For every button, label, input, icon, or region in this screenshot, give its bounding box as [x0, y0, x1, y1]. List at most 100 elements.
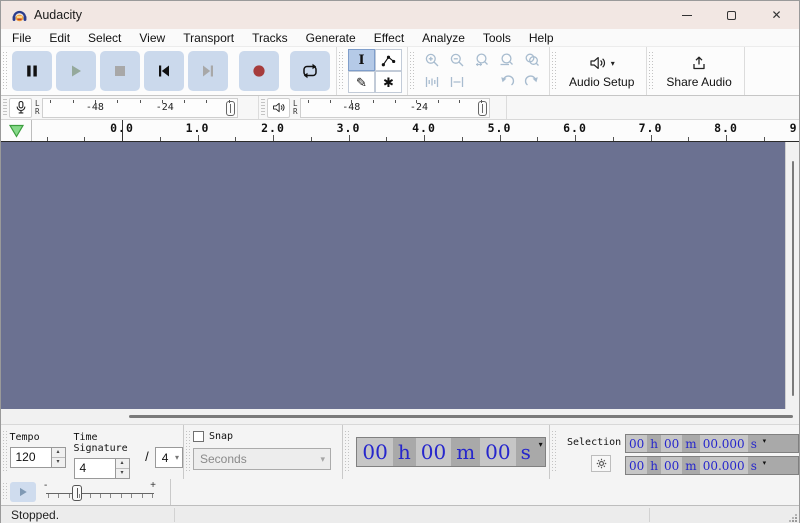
transport-toolbar-grip[interactable] [3, 52, 7, 90]
share-audio-button[interactable]: Share Audio [656, 48, 741, 94]
position-minutes[interactable]: 00 [416, 438, 451, 466]
multi-tool-button[interactable]: ✱ [375, 71, 402, 93]
menu-item-tools[interactable]: Tools [474, 29, 520, 47]
tempo-value[interactable]: 120 [10, 447, 52, 468]
envelope-tool-button[interactable] [375, 49, 402, 71]
track-canvas[interactable] [1, 142, 785, 409]
sel-end-hours[interactable]: 00 [626, 457, 647, 474]
menu-item-file[interactable]: File [3, 29, 40, 47]
selection-settings-button[interactable] [591, 455, 611, 472]
redo-button[interactable] [519, 71, 544, 93]
playback-meter-scale[interactable]: -48 -24 [300, 98, 490, 118]
playhead-cursor[interactable] [122, 120, 123, 141]
menu-item-help[interactable]: Help [520, 29, 563, 47]
selection-tool-button[interactable]: I [348, 49, 375, 71]
ts-spin-up-icon[interactable]: ▴ [116, 459, 129, 469]
meter-tick [308, 100, 309, 103]
playback-meter-button[interactable] [267, 98, 290, 118]
playback-speed-slider[interactable]: - + [44, 481, 156, 503]
draw-tool-button[interactable]: ✎ [348, 71, 375, 93]
time-signature-upper-spinbox[interactable]: 4 ▴ ▾ [74, 458, 130, 479]
menu-item-select[interactable]: Select [79, 29, 130, 47]
horizontal-scrollbar[interactable] [1, 409, 799, 425]
snap-mode-dropdown[interactable]: Seconds ▾ [193, 448, 331, 470]
menu-item-tracks[interactable]: Tracks [243, 29, 297, 47]
close-button[interactable]: ✕ [754, 1, 799, 29]
minimize-button[interactable] [664, 1, 709, 29]
position-hours[interactable]: 00 [357, 438, 392, 466]
timeline-ruler[interactable]: 0.01.02.03.04.05.06.07.08.09.0 [32, 120, 799, 141]
playback-meter-grip[interactable] [261, 99, 265, 117]
menu-item-edit[interactable]: Edit [40, 29, 79, 47]
time-signature-lower-dropdown[interactable]: 4 ▾ [155, 447, 183, 468]
play-at-speed-button[interactable] [10, 482, 36, 502]
tempo-spin-up-icon[interactable]: ▴ [52, 448, 65, 458]
playback-volume-slider[interactable] [478, 101, 487, 116]
ts-spin-down-icon[interactable]: ▾ [116, 469, 129, 478]
fit-project-button[interactable] [494, 49, 519, 71]
undo-button[interactable] [494, 71, 519, 93]
recording-meter-grip[interactable] [3, 99, 7, 117]
tempo-spinner[interactable]: ▴ ▾ [52, 447, 66, 468]
time-signature-grip[interactable] [3, 431, 7, 473]
recording-volume-slider[interactable] [226, 101, 235, 116]
status-bar: Stopped. [1, 506, 799, 523]
audio-setup-grip[interactable] [552, 52, 556, 90]
stop-button[interactable] [100, 51, 140, 91]
sel-start-seconds[interactable]: 00.000 [700, 435, 748, 452]
zoom-in-button[interactable] [419, 49, 444, 71]
menu-item-effect[interactable]: Effect [365, 29, 413, 47]
window-resize-grip[interactable] [789, 514, 797, 522]
time-signature-upper-value[interactable]: 4 [74, 458, 116, 479]
tempo-spinbox[interactable]: 120 ▴ ▾ [10, 447, 66, 468]
menu-item-transport[interactable]: Transport [174, 29, 243, 47]
fit-selection-button[interactable] [469, 49, 494, 71]
pinned-playhead-toggle[interactable] [1, 120, 32, 141]
skip-to-end-button[interactable] [188, 51, 228, 91]
selection-end-display[interactable]: 00 h 00 m 00.000 s ▾ [625, 456, 799, 475]
meter-tick [351, 100, 352, 103]
sel-end-seconds[interactable]: 00.000 [700, 457, 748, 474]
audio-position-display[interactable]: 00 h 00 m 00 s ▾ [356, 437, 546, 467]
vertical-scrollbar-thumb[interactable] [792, 161, 794, 396]
audio-setup-button[interactable]: ▾ Audio Setup [559, 48, 644, 94]
maximize-button[interactable] [709, 1, 754, 29]
silence-audio-button[interactable] [444, 71, 469, 93]
trim-audio-button[interactable] [419, 71, 444, 93]
loop-button[interactable] [290, 51, 330, 91]
play-at-speed-grip[interactable] [3, 483, 7, 501]
title-bar: Audacity ✕ [1, 1, 799, 29]
position-format-caret-icon[interactable]: ▾ [536, 438, 546, 466]
speed-slider-thumb[interactable] [72, 485, 82, 501]
menu-item-view[interactable]: View [130, 29, 174, 47]
snap-checkbox[interactable] [193, 431, 204, 442]
horizontal-scrollbar-thumb[interactable] [129, 415, 793, 418]
zoom-toggle-button[interactable] [519, 49, 544, 71]
selection-start-display[interactable]: 00 h 00 m 00.000 s ▾ [625, 434, 799, 453]
share-audio-grip[interactable] [649, 52, 653, 90]
time-toolbar-grip[interactable] [345, 431, 349, 473]
time-signature-spinner[interactable]: ▴ ▾ [116, 458, 130, 479]
recording-meter-button[interactable] [9, 98, 32, 118]
sel-start-caret-icon[interactable]: ▾ [760, 435, 769, 452]
pause-button[interactable] [12, 51, 52, 91]
zoom-out-button[interactable] [444, 49, 469, 71]
tools-toolbar-grip[interactable] [339, 52, 343, 90]
sel-start-minutes[interactable]: 00 [661, 435, 682, 452]
selection-grip[interactable] [552, 431, 556, 473]
edit-toolbar-grip[interactable] [410, 52, 414, 90]
tempo-spin-down-icon[interactable]: ▾ [52, 458, 65, 467]
menu-item-generate[interactable]: Generate [297, 29, 365, 47]
sel-start-hours[interactable]: 00 [626, 435, 647, 452]
snapping-grip[interactable] [186, 431, 190, 473]
recording-meter-scale[interactable]: -48 -24 [42, 98, 238, 118]
sel-end-minutes[interactable]: 00 [661, 457, 682, 474]
position-seconds[interactable]: 00 [480, 438, 515, 466]
skip-to-start-button[interactable] [144, 51, 184, 91]
menu-item-analyze[interactable]: Analyze [413, 29, 474, 47]
record-button[interactable] [239, 51, 279, 91]
sel-end-caret-icon[interactable]: ▾ [760, 457, 769, 474]
vertical-scrollbar[interactable] [785, 142, 799, 409]
play-button[interactable] [56, 51, 96, 91]
status-divider [649, 508, 650, 522]
